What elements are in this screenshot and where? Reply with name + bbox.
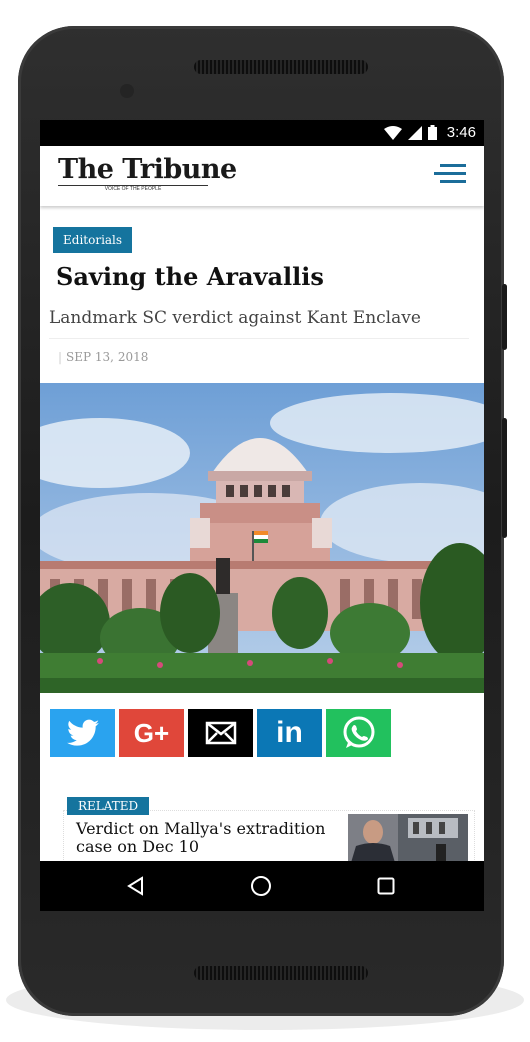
linkedin-icon: in: [276, 716, 303, 749]
signal-icon: [407, 125, 422, 140]
article-title: Saving the Aravallis: [56, 262, 324, 291]
related-label: RELATED: [67, 797, 150, 815]
home-icon[interactable]: [250, 875, 272, 897]
screen: 3:46 The Tribune VOICE OF THE PEOPLE Edi…: [40, 120, 484, 911]
share-linkedin-button[interactable]: in: [257, 709, 322, 757]
recents-icon[interactable]: [377, 877, 395, 895]
date-divider: |: [58, 350, 63, 364]
article-date: | SEP 13, 2018: [58, 350, 148, 364]
site-tagline: VOICE OF THE PEOPLE: [58, 185, 208, 192]
google-plus-icon: G+: [133, 717, 170, 748]
share-email-button[interactable]: [188, 709, 253, 757]
related-article-thumbnail: [348, 814, 468, 866]
top-speaker-grille: [194, 60, 368, 74]
category-tag[interactable]: Editorials: [53, 227, 133, 253]
share-twitter-button[interactable]: [50, 709, 115, 757]
back-icon[interactable]: [126, 876, 146, 896]
wifi-icon: [383, 125, 402, 140]
email-icon: [205, 721, 236, 745]
article-subtitle: Landmark SC verdict against Kant Enclave: [49, 308, 469, 339]
whatsapp-icon: [343, 716, 374, 748]
front-camera: [120, 84, 134, 98]
share-bar: G+ in: [50, 709, 391, 757]
hamburger-icon[interactable]: [434, 164, 466, 188]
battery-icon: [427, 125, 437, 140]
power-button: [502, 284, 507, 350]
phone-frame: 3:46 The Tribune VOICE OF THE PEOPLE Edi…: [18, 26, 507, 1016]
volume-button: [502, 418, 507, 538]
system-nav-bar: [40, 861, 484, 911]
status-bar: 3:46: [40, 120, 484, 146]
share-whatsapp-button[interactable]: [326, 709, 391, 757]
share-google-plus-button[interactable]: G+: [119, 709, 184, 757]
site-header: The Tribune VOICE OF THE PEOPLE: [40, 146, 484, 206]
related-article-title[interactable]: Verdict on Mallya's extradition case on …: [76, 820, 336, 856]
date-text: SEP 13, 2018: [66, 350, 149, 364]
status-time: 3:46: [446, 124, 476, 141]
twitter-icon: [66, 719, 99, 746]
bottom-speaker-grille: [194, 966, 368, 980]
site-logo[interactable]: The Tribune: [58, 154, 237, 185]
article-hero-image: [40, 383, 484, 693]
